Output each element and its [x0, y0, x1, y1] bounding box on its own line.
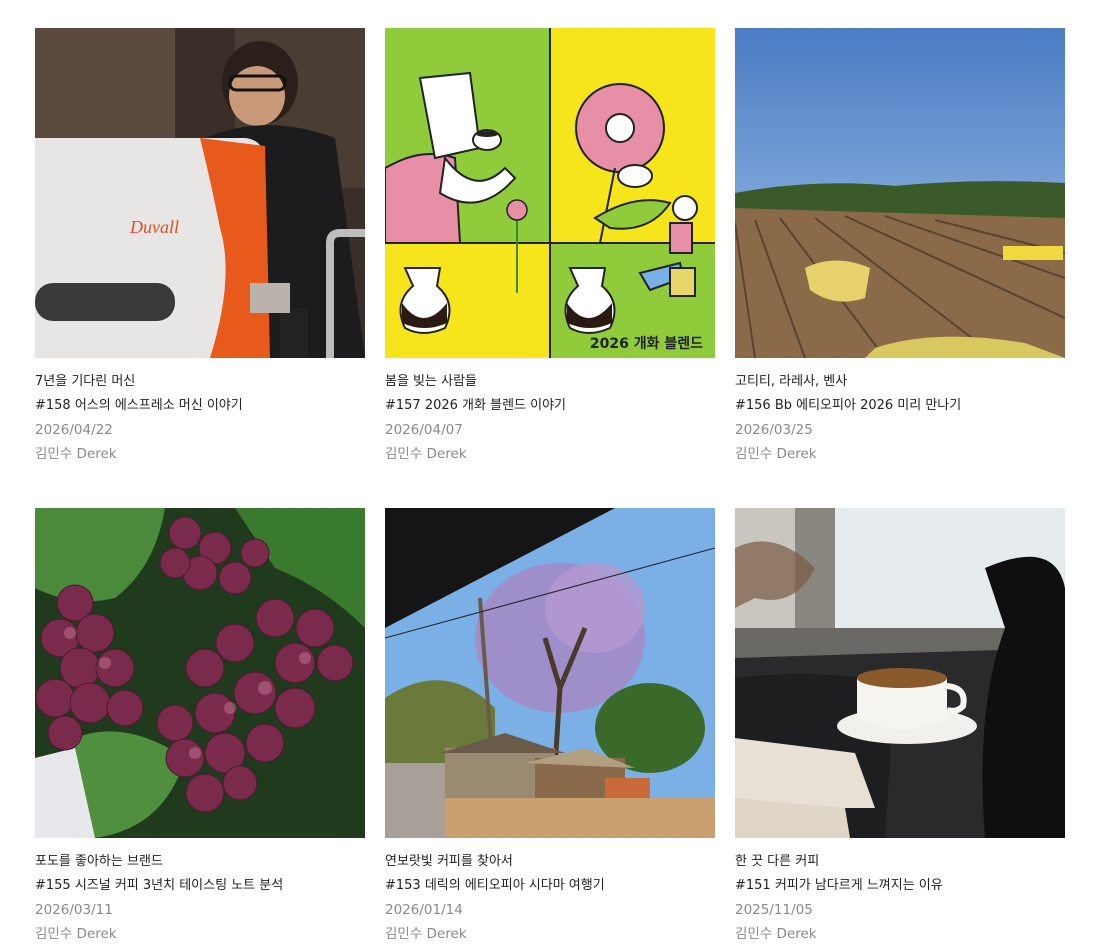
- post-title[interactable]: #157 2026 개화 블렌드 이야기: [385, 394, 715, 418]
- grapes-photo: [35, 508, 365, 838]
- drying-beds-photo: [735, 28, 1065, 358]
- post-author: 김민수 Derek: [385, 926, 467, 942]
- post-title[interactable]: #156 Bb 에티오피아 2026 미리 만나기: [735, 394, 1065, 418]
- post-card[interactable]: 고티티, 라레사, 벤사 #156 Bb 에티오피아 2026 미리 만나기 2…: [735, 28, 1065, 466]
- post-date: 2025/11/05: [735, 902, 813, 918]
- post-card[interactable]: Duvall 7년을 기다린 머신 #158 어스의 에스프레소 머신 이야기 …: [35, 28, 365, 466]
- post-thumbnail-espresso-machine[interactable]: Duvall: [35, 28, 365, 358]
- blend-illustration: 2026 개화 블렌드: [385, 28, 715, 358]
- post-subtitle: 한 끗 다른 커피: [735, 854, 820, 869]
- post-date: 2026/04/07: [385, 422, 463, 438]
- post-subtitle: 봄을 빚는 사람들: [385, 374, 477, 389]
- post-grid: Duvall 7년을 기다린 머신 #158 어스의 에스프레소 머신 이야기 …: [35, 28, 1065, 946]
- post-title[interactable]: #155 시즈널 커피 3년치 테이스팅 노트 분석: [35, 874, 365, 898]
- post-subtitle: 포도를 좋아하는 브랜드: [35, 854, 163, 869]
- post-card[interactable]: 포도를 좋아하는 브랜드 #155 시즈널 커피 3년치 테이스팅 노트 분석 …: [35, 508, 365, 946]
- post-card[interactable]: 2026 개화 블렌드 봄을 빚는 사람들 #157 2026 개화 블렌드 이…: [385, 28, 715, 466]
- post-subtitle: 7년을 기다린 머신: [35, 374, 136, 389]
- post-subtitle: 고티티, 라레사, 벤사: [735, 374, 848, 389]
- jacaranda-village-photo: [385, 508, 715, 838]
- post-date: 2026/04/22: [35, 422, 113, 438]
- blend-label: 2026 개화 블렌드: [590, 335, 703, 352]
- post-title[interactable]: #158 어스의 에스프레소 머신 이야기: [35, 394, 365, 418]
- post-title[interactable]: #151 커피가 남다르게 느껴지는 이유: [735, 874, 1065, 898]
- post-card[interactable]: 연보랏빛 커피를 찾아서 #153 데릭의 에티오피아 시다마 여행기 2026…: [385, 508, 715, 946]
- post-subtitle: 연보랏빛 커피를 찾아서: [385, 854, 513, 869]
- post-thumbnail-grapes[interactable]: [35, 508, 365, 838]
- post-author: 김민수 Derek: [735, 926, 817, 942]
- post-thumbnail-illustration[interactable]: 2026 개화 블렌드: [385, 28, 715, 358]
- post-thumbnail-drying-beds[interactable]: [735, 28, 1065, 358]
- post-title[interactable]: #153 데릭의 에티오피아 시다마 여행기: [385, 874, 715, 898]
- post-author: 김민수 Derek: [35, 926, 117, 942]
- duvall-logo: Duvall: [129, 217, 179, 237]
- post-card[interactable]: 한 끗 다른 커피 #151 커피가 남다르게 느껴지는 이유 2025/11/…: [735, 508, 1065, 946]
- post-author: 김민수 Derek: [35, 446, 117, 462]
- post-author: 김민수 Derek: [735, 446, 817, 462]
- post-date: 2026/03/11: [35, 902, 113, 918]
- post-date: 2026/01/14: [385, 902, 463, 918]
- coffee-cup-photo: [735, 508, 1065, 838]
- espresso-machine-photo: Duvall: [35, 28, 365, 358]
- post-date: 2026/03/25: [735, 422, 813, 438]
- post-author: 김민수 Derek: [385, 446, 467, 462]
- post-thumbnail-jacaranda-village[interactable]: [385, 508, 715, 838]
- post-thumbnail-coffee-cup[interactable]: [735, 508, 1065, 838]
